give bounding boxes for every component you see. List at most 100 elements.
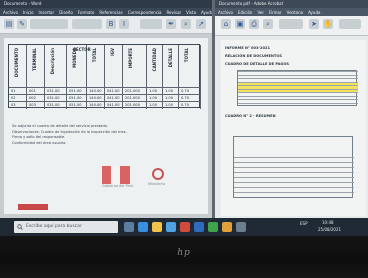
style-selector[interactable] <box>72 19 102 29</box>
zoom-button[interactable]: ⌕ <box>263 19 273 29</box>
left-window-title: Documento - Word <box>4 1 42 6</box>
summary-table-row <box>234 167 354 171</box>
document-notes: Se adjunta el cuadro de detalle del serv… <box>12 124 192 146</box>
home-button[interactable]: ⌂ <box>221 19 231 29</box>
table-cell: 002 <box>29 96 36 100</box>
table-row: 02 002 031.00 051.00 140.00 041.00 201.000 1.00… <box>9 94 201 101</box>
data-table: DOCUMENTO TERMINAL Descripción MONEDA TOTAL I… <box>8 44 201 109</box>
italic-button[interactable]: I <box>119 19 129 29</box>
table-cell: 1.00 <box>165 96 174 100</box>
share-button[interactable]: ↗ <box>196 19 206 29</box>
chrome-icon[interactable] <box>222 222 232 232</box>
font-selector[interactable] <box>30 19 68 29</box>
summary-table-row <box>234 187 354 191</box>
left-title-bar[interactable]: Documento - Word <box>0 0 212 8</box>
right-menu-item[interactable]: Archivo <box>218 10 233 15</box>
logo-block: Gobierno del Perú Ministerio <box>102 166 212 188</box>
print-button[interactable]: ⎙ <box>249 19 259 29</box>
tray-language[interactable]: ESP <box>300 221 307 226</box>
left-document-window: Documento - Word Archivo Inicio Insertar Di… <box>0 0 232 218</box>
logo-caption-1: Gobierno del Perú <box>102 184 134 188</box>
summary-table-row <box>234 157 354 161</box>
format-button[interactable]: ✎ <box>17 19 27 29</box>
table-cell: 031.00 <box>47 96 60 100</box>
left-menu-bar: Archivo Inicio Insertar Diseño Formato Refere… <box>0 8 232 16</box>
summary-table-row <box>234 177 354 181</box>
summary-table-row <box>234 192 354 196</box>
left-menu-item[interactable]: Referencias <box>99 10 122 15</box>
right-window-title: Documento.pdf - Adobe Acrobat <box>219 1 284 6</box>
seal-icon <box>152 168 164 180</box>
summary-table-row <box>234 172 354 176</box>
print-icon: ⎙ <box>251 20 257 28</box>
taskbar-search-placeholder: Escribe aquí para buscar <box>26 224 82 229</box>
table-cell: 0.70 <box>181 103 190 107</box>
left-menu-item[interactable]: Inicio <box>23 10 34 15</box>
settings-icon[interactable] <box>236 222 246 232</box>
italic-icon: I <box>122 20 126 28</box>
hand-button[interactable]: ✋ <box>323 19 333 29</box>
summary-table <box>233 136 354 198</box>
save-button[interactable]: ▣ <box>235 19 245 29</box>
task-view-icon[interactable] <box>124 222 134 232</box>
right-menu-item[interactable]: Firmar <box>269 10 282 15</box>
left-menu-item[interactable]: Revisar <box>166 10 181 15</box>
edge-browser-icon[interactable] <box>138 222 148 232</box>
right-title-bar[interactable]: Documento.pdf - Adobe Acrobat <box>215 0 368 8</box>
laptop-brand-logo-icon: hp <box>177 248 191 258</box>
right-menu-item[interactable]: Ventana <box>287 10 303 15</box>
highlighted-table <box>237 70 358 107</box>
search-icon: ⌕ <box>184 20 188 28</box>
table-cell: 0.70 <box>181 96 190 100</box>
right-toolbar: ⌂ ▣ ⎙ ⌕ ➤ ✋ <box>215 16 368 36</box>
table-cell: 1.00 <box>165 103 174 107</box>
store-icon[interactable] <box>166 222 176 232</box>
right-menu-item[interactable]: Ver <box>257 10 264 15</box>
left-menu-item[interactable]: Insertar <box>39 10 55 15</box>
right-menu-item[interactable]: Ayuda <box>308 10 320 15</box>
table-cell: 003 <box>29 103 36 107</box>
table-cell: 0.70 <box>181 89 190 93</box>
right-menu-bar: Archivo Edición Ver Firmar Ventana Ayuda <box>215 8 368 16</box>
left-menu-item[interactable]: Archivo <box>3 10 18 15</box>
table-cell: 051.00 <box>69 103 82 107</box>
right-menu-item[interactable]: Edición <box>238 10 252 15</box>
left-menu-item[interactable]: Formato <box>78 10 95 15</box>
word-icon[interactable] <box>194 222 204 232</box>
tray-date[interactable]: 25/08/2021 <box>318 227 341 232</box>
left-menu-item[interactable]: Vista <box>186 10 196 15</box>
table-cell: 02 <box>11 96 16 100</box>
table-cell: 1.00 <box>165 89 174 93</box>
peru-government-logo-icon <box>102 166 130 184</box>
taskbar-search-box[interactable]: Escribe aquí para buscar <box>14 221 118 233</box>
search-button[interactable]: ⌕ <box>181 19 191 29</box>
search-icon <box>17 224 23 230</box>
table-cell: 01 <box>11 89 16 93</box>
table-header-cell: IMPORTE <box>128 48 133 69</box>
tray-time[interactable]: 10:48 <box>322 220 334 225</box>
editor-button[interactable]: ✒ <box>166 19 176 29</box>
hand-icon: ✋ <box>323 20 333 28</box>
table-header-cell: Descripción <box>50 48 55 75</box>
left-menu-item[interactable]: Diseño <box>59 10 73 15</box>
table-cell: 1.00 <box>149 96 158 100</box>
table-cell: 031.00 <box>47 103 60 107</box>
table-cell: 041.00 <box>107 89 120 93</box>
excel-icon[interactable] <box>208 222 218 232</box>
left-document-area[interactable]: DOCUMENTO TERMINAL Descripción MONEDA TOTAL I… <box>0 34 212 218</box>
table-header-cell: DOCUMENTO <box>14 48 19 78</box>
left-menu-item[interactable]: Correspondencia <box>128 10 162 15</box>
acrobat-icon[interactable] <box>180 222 190 232</box>
file-explorer-icon[interactable] <box>152 222 162 232</box>
pointer-button[interactable]: ➤ <box>309 19 319 29</box>
table-cell: 051.00 <box>69 96 82 100</box>
bold-button[interactable]: B <box>106 19 116 29</box>
highlighted-table-row <box>238 102 358 107</box>
paste-button[interactable]: ▤ <box>4 19 14 29</box>
zoom-level-selector[interactable] <box>339 19 361 29</box>
right-document-window: Documento.pdf - Adobe Acrobat Archivo Edi… <box>215 0 368 218</box>
right-heading-4: CUADRO N° 2 - RESUMEN <box>225 114 276 118</box>
page-navigator[interactable] <box>279 19 303 29</box>
table-cell: 041.00 <box>107 103 120 107</box>
styles-gallery[interactable] <box>140 19 162 29</box>
